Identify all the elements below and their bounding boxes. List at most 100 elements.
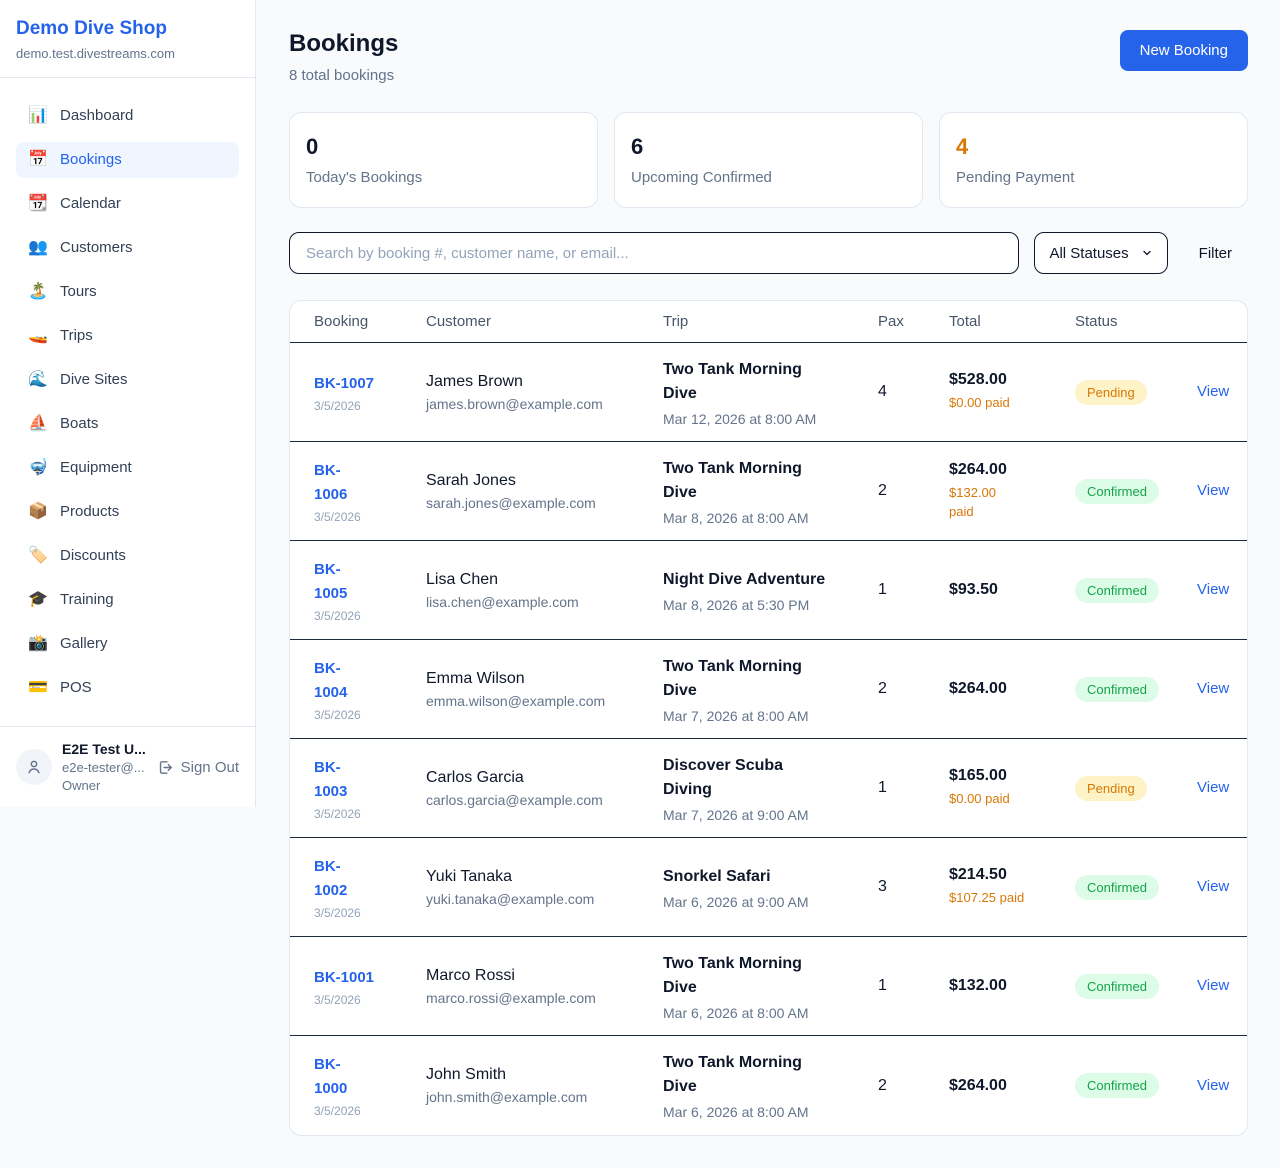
view-link[interactable]: View (1197, 680, 1229, 697)
sidebar-nav: 📊 Dashboard 📅 Bookings 📆 Calendar 👥 Cust… (0, 78, 255, 726)
status-badge: Confirmed (1075, 875, 1159, 900)
customer-name: James Brown (426, 373, 651, 391)
customer-name: Emma Wilson (426, 670, 651, 688)
stat-card-upcoming-confirmed: 6 Upcoming Confirmed (614, 112, 923, 208)
pax-count: 2 (878, 680, 949, 698)
booking-id-link[interactable]: BK- 1006 (314, 459, 347, 507)
customer-name: Lisa Chen (426, 571, 651, 589)
status-badge: Confirmed (1075, 578, 1159, 603)
chevron-down-icon (1141, 247, 1153, 259)
stat-value: 0 (306, 134, 581, 160)
sidebar-item-label: Boats (60, 414, 98, 434)
customer-email: james.brown@example.com (426, 396, 651, 412)
booking-id-link[interactable]: BK- 1000 (314, 1053, 347, 1101)
status-select-value: All Statuses (1049, 245, 1128, 262)
booking-id-link[interactable]: BK- 1004 (314, 657, 347, 705)
view-link[interactable]: View (1197, 1077, 1229, 1094)
column-header-booking: Booking (314, 313, 426, 330)
booking-id-link[interactable]: BK- 1005 (314, 558, 347, 606)
new-booking-button[interactable]: New Booking (1120, 30, 1248, 71)
column-header-pax: Pax (878, 313, 949, 330)
booking-id-link[interactable]: BK- 1002 (314, 855, 347, 903)
booking-id-link[interactable]: BK- 1003 (314, 756, 347, 804)
table-row: BK- 1006 3/5/2026 Sarah Jones sarah.jone… (290, 442, 1247, 541)
customer-email: john.smith@example.com (426, 1089, 651, 1105)
sidebar-item-label: Training (60, 590, 114, 610)
trip-name: Discover Scuba Diving (663, 754, 866, 802)
trip-datetime: Mar 12, 2026 at 8:00 AM (663, 411, 866, 427)
table-header-row: Booking Customer Trip Pax Total Status (290, 301, 1247, 343)
bar-chart-icon: 📊 (28, 106, 48, 126)
paid-amount: $132.00 paid (949, 484, 1063, 522)
booking-id-link[interactable]: BK-1001 (314, 966, 374, 990)
trip-name: Snorkel Safari (663, 865, 866, 889)
view-link[interactable]: View (1197, 878, 1229, 895)
sidebar: Demo Dive Shop demo.test.divestreams.com… (0, 0, 256, 807)
page-header: Bookings 8 total bookings New Booking (289, 30, 1248, 84)
user-info: E2E Test U... e2e-tester@... Owner (62, 741, 147, 793)
bookings-table: Booking Customer Trip Pax Total Status B… (289, 300, 1248, 1136)
customer-email: emma.wilson@example.com (426, 693, 651, 709)
sidebar-item-gallery[interactable]: 📸 Gallery (16, 626, 239, 662)
page-title: Bookings (289, 30, 398, 58)
sidebar-item-tours[interactable]: 🏝️ Tours (16, 274, 239, 310)
booking-date: 3/5/2026 (314, 399, 414, 413)
sidebar-item-label: Bookings (60, 150, 122, 170)
sidebar-item-discounts[interactable]: 🏷️ Discounts (16, 538, 239, 574)
pax-count: 4 (878, 383, 949, 401)
sidebar-item-calendar[interactable]: 📆 Calendar (16, 186, 239, 222)
sidebar-item-bookings[interactable]: 📅 Bookings (16, 142, 239, 178)
view-link[interactable]: View (1197, 482, 1229, 499)
sidebar-item-pos[interactable]: 💳 POS (16, 670, 239, 706)
trip-datetime: Mar 6, 2026 at 8:00 AM (663, 1005, 866, 1021)
sidebar-item-products[interactable]: 📦 Products (16, 494, 239, 530)
sidebar-item-equipment[interactable]: 🤿 Equipment (16, 450, 239, 486)
sidebar-item-label: Gallery (60, 634, 108, 654)
pax-count: 2 (878, 482, 949, 500)
user-section: E2E Test U... e2e-tester@... Owner Sign … (0, 726, 255, 807)
pax-count: 2 (878, 1077, 949, 1095)
trip-datetime: Mar 7, 2026 at 8:00 AM (663, 708, 866, 724)
trip-name: Two Tank Morning Dive (663, 1051, 866, 1099)
trip-datetime: Mar 8, 2026 at 5:30 PM (663, 597, 866, 613)
sidebar-item-customers[interactable]: 👥 Customers (16, 230, 239, 266)
sidebar-item-dashboard[interactable]: 📊 Dashboard (16, 98, 239, 134)
booking-id-link[interactable]: BK-1007 (314, 372, 374, 396)
trip-name: Two Tank Morning Dive (663, 952, 866, 1000)
view-link[interactable]: View (1197, 977, 1229, 994)
wave-icon: 🌊 (28, 370, 48, 390)
user-name: E2E Test U... (62, 741, 147, 757)
view-link[interactable]: View (1197, 581, 1229, 598)
customer-name: Carlos Garcia (426, 769, 651, 787)
total-amount: $528.00 (949, 371, 1063, 389)
sidebar-item-boats[interactable]: ⛵ Boats (16, 406, 239, 442)
sidebar-item-trips[interactable]: 🚤 Trips (16, 318, 239, 354)
booking-date: 3/5/2026 (314, 510, 414, 524)
filter-button[interactable]: Filter (1183, 245, 1248, 262)
filter-row: All Statuses Filter (289, 232, 1248, 274)
column-header-trip: Trip (663, 313, 878, 330)
total-amount: $264.00 (949, 1077, 1063, 1095)
sign-out-button[interactable]: Sign Out (157, 759, 239, 776)
sidebar-item-label: POS (60, 678, 92, 698)
search-input[interactable] (289, 232, 1019, 274)
status-badge: Confirmed (1075, 974, 1159, 999)
view-link[interactable]: View (1197, 383, 1229, 400)
stat-value: 4 (956, 134, 1231, 160)
status-filter-select[interactable]: All Statuses (1034, 232, 1167, 274)
total-amount: $165.00 (949, 767, 1063, 785)
pax-count: 3 (878, 878, 949, 896)
sidebar-item-label: Tours (60, 282, 97, 302)
tear-off-calendar-icon: 📆 (28, 194, 48, 214)
sidebar-item-dive-sites[interactable]: 🌊 Dive Sites (16, 362, 239, 398)
booking-date: 3/5/2026 (314, 1104, 414, 1118)
customer-name: Yuki Tanaka (426, 868, 651, 886)
paid-amount: $0.00 paid (949, 790, 1063, 809)
sidebar-item-training[interactable]: 🎓 Training (16, 582, 239, 618)
table-row: BK- 1005 3/5/2026 Lisa Chen lisa.chen@ex… (290, 541, 1247, 640)
customer-email: yuki.tanaka@example.com (426, 891, 651, 907)
user-role: Owner (62, 778, 147, 793)
view-link[interactable]: View (1197, 779, 1229, 796)
status-badge: Confirmed (1075, 677, 1159, 702)
table-row: BK- 1000 3/5/2026 John Smith john.smith@… (290, 1036, 1247, 1135)
